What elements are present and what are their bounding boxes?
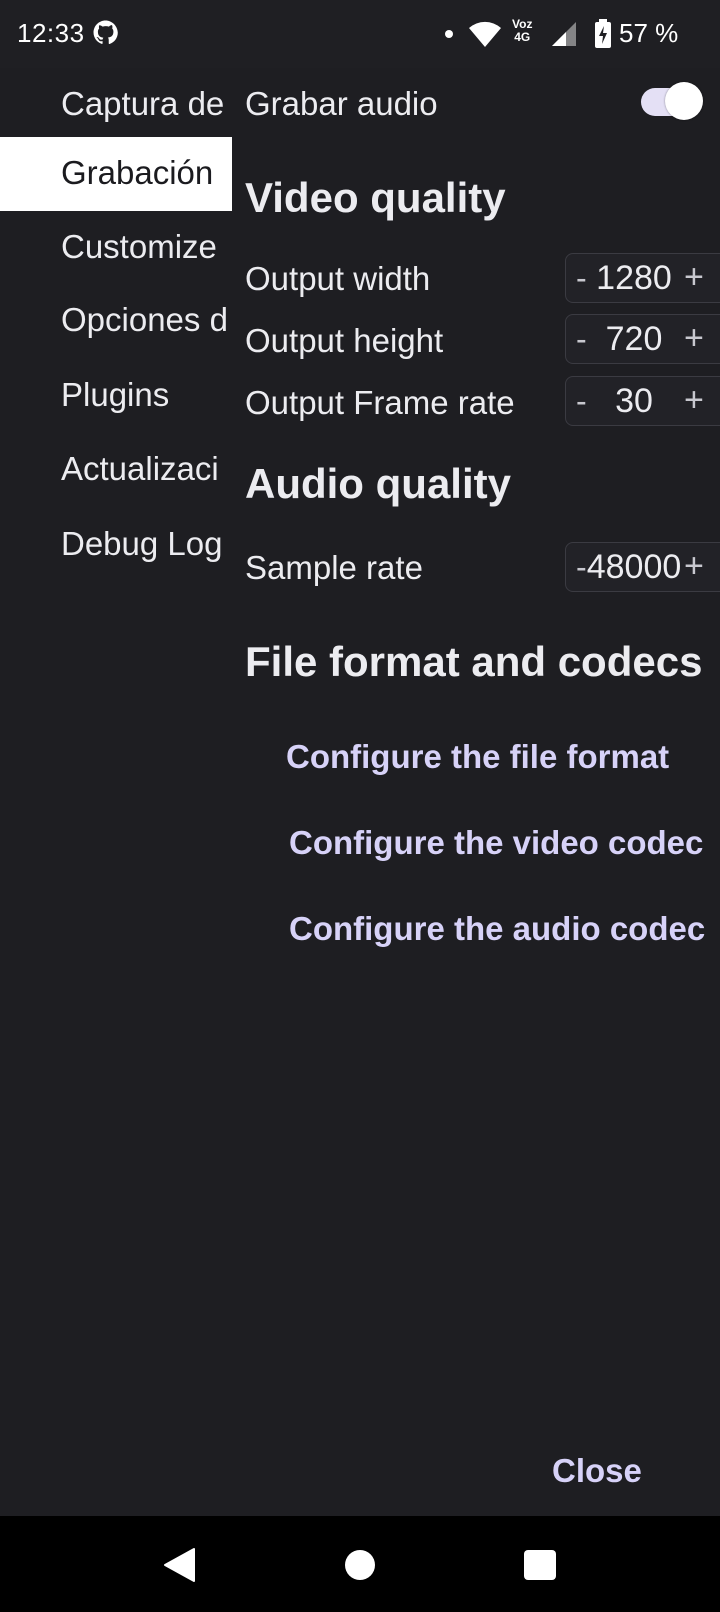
output-frame-rate-value[interactable]: 30 <box>584 382 684 421</box>
increment-button[interactable]: + <box>684 547 704 586</box>
sidebar-item-plugins[interactable]: Plugins <box>0 359 232 433</box>
back-icon[interactable] <box>162 1547 196 1583</box>
output-width-label: Output width <box>245 260 431 297</box>
battery-charging-icon <box>595 19 611 48</box>
sample-rate-value[interactable]: 48000 <box>584 548 684 587</box>
home-icon[interactable] <box>345 1550 375 1580</box>
signal-icon <box>552 22 576 46</box>
battery-percentage: 57 % <box>619 18 679 48</box>
sidebar-item-label: Actualizaci <box>61 450 219 487</box>
sidebar-item-grabacion[interactable]: Grabación <box>0 137 232 211</box>
sample-rate-stepper[interactable]: - 48000 + <box>565 542 720 592</box>
recents-icon[interactable] <box>524 1550 556 1580</box>
sidebar-item-captura[interactable]: Captura de <box>0 68 232 142</box>
configure-video-codec-button[interactable]: Configure the video codec <box>289 824 703 862</box>
increment-button[interactable]: + <box>684 258 704 297</box>
recording-settings-panel: Grabar audio Video quality Output width … <box>232 68 720 1434</box>
file-format-heading: File format and codecs <box>245 638 703 685</box>
sidebar-item-label: Opciones d <box>61 301 228 338</box>
status-bar: 12:33 Voz 4G 57 % <box>0 0 720 68</box>
output-height-stepper[interactable]: - 720 + <box>565 314 720 364</box>
configure-file-format-button[interactable]: Configure the file format <box>286 738 669 776</box>
output-height-value[interactable]: 720 <box>584 320 684 359</box>
output-height-label: Output height <box>245 322 444 359</box>
record-audio-toggle[interactable] <box>641 82 703 120</box>
sidebar-item-label: Customize <box>61 228 217 265</box>
sidebar-item-opciones[interactable]: Opciones d <box>0 284 232 358</box>
navigation-bar <box>0 1516 720 1612</box>
wifi-icon <box>469 21 501 47</box>
record-audio-label: Grabar audio <box>245 85 438 122</box>
sidebar-item-label: Plugins <box>61 376 170 413</box>
sidebar-item-actualizaciones[interactable]: Actualizaci <box>0 433 232 507</box>
configure-audio-codec-button[interactable]: Configure the audio codec <box>289 910 705 948</box>
status-time: 12:33 <box>17 18 85 48</box>
output-frame-rate-label: Output Frame rate <box>245 384 515 421</box>
increment-button[interactable]: + <box>684 381 704 420</box>
output-width-stepper[interactable]: - 1280 + <box>565 253 720 303</box>
output-width-value[interactable]: 1280 <box>584 259 684 298</box>
github-icon <box>93 20 118 44</box>
toggle-knob <box>665 82 703 120</box>
sidebar-item-debug-log[interactable]: Debug Log <box>0 508 232 582</box>
increment-button[interactable]: + <box>684 319 704 358</box>
output-frame-rate-stepper[interactable]: - 30 + <box>565 376 720 426</box>
sidebar-item-label: Grabación <box>61 154 214 191</box>
sidebar-item-label: Captura de <box>61 85 225 122</box>
network-type-label: Voz 4G <box>512 17 533 44</box>
close-button[interactable]: Close <box>552 1452 642 1490</box>
settings-sidebar: Captura de Grabación Customize Opciones … <box>0 68 232 1434</box>
sidebar-item-label: Debug Log <box>61 525 223 562</box>
sample-rate-label: Sample rate <box>245 549 423 586</box>
dialog-action-bar: Close <box>0 1434 720 1516</box>
notification-dot-icon <box>445 30 453 38</box>
audio-quality-heading: Audio quality <box>245 460 511 507</box>
video-quality-heading: Video quality <box>245 174 506 221</box>
sidebar-item-customize[interactable]: Customize <box>0 211 232 285</box>
